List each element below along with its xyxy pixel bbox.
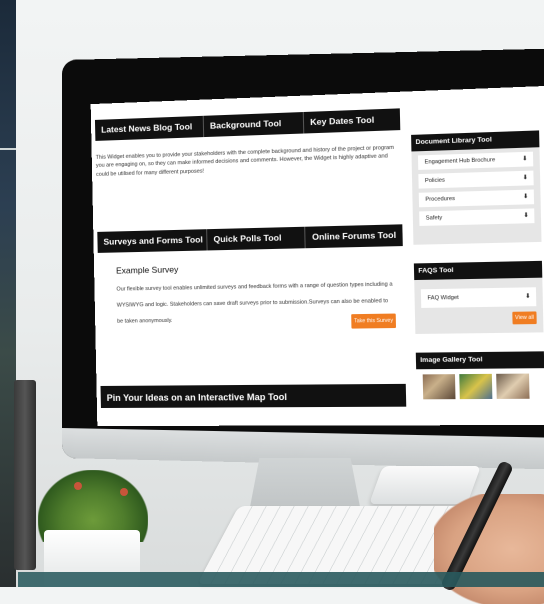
doc-item-policies[interactable]: Policies ⬇ bbox=[418, 170, 534, 189]
middle-tab-bar: Surveys and Forms Tool Quick Polls Tool … bbox=[97, 224, 403, 253]
faqs-panel: FAQS Tool FAQ Widget ⬇ View all bbox=[413, 260, 544, 334]
faq-widget-item[interactable]: FAQ Widget ⬇ bbox=[420, 287, 537, 308]
image-gallery-panel: Image Gallery Tool bbox=[415, 351, 544, 405]
window-frame-line bbox=[0, 148, 16, 150]
take-survey-button[interactable]: Take this Survey bbox=[351, 313, 397, 329]
chevron-down-icon: ⬇ bbox=[523, 212, 529, 220]
tab-key-dates[interactable]: Key Dates Tool bbox=[304, 108, 401, 133]
gallery-thumbnail[interactable] bbox=[496, 373, 530, 399]
doc-item-safety[interactable]: Safety ⬇ bbox=[419, 208, 535, 226]
doc-item-label: Procedures bbox=[425, 195, 456, 203]
view-all-button[interactable]: View all bbox=[512, 311, 537, 325]
bottom-teal-bar bbox=[18, 572, 544, 587]
chevron-down-icon: ⬇ bbox=[522, 174, 529, 182]
tab-surveys-forms[interactable]: Surveys and Forms Tool bbox=[97, 229, 208, 253]
doc-item-label: Engagement Hub Brochure bbox=[424, 157, 496, 166]
image-gallery-title: Image Gallery Tool bbox=[415, 351, 544, 370]
chevron-down-icon: ⬇ bbox=[522, 156, 528, 163]
background-intro-text: This Widget enables you to provide your … bbox=[95, 144, 395, 178]
gallery-thumbnail[interactable] bbox=[422, 374, 456, 400]
map-tool-header[interactable]: Pin Your Ideas on an Interactive Map Too… bbox=[100, 383, 407, 409]
doc-item-brochure[interactable]: Engagement Hub Brochure ⬇ bbox=[417, 151, 534, 170]
plant-tip bbox=[74, 482, 82, 490]
tab-latest-news-blog[interactable]: Latest News Blog Tool bbox=[94, 115, 205, 141]
doc-item-procedures[interactable]: Procedures ⬇ bbox=[418, 189, 535, 208]
tab-quick-polls[interactable]: Quick Polls Tool bbox=[207, 226, 307, 251]
speaker bbox=[14, 380, 36, 570]
doc-item-label: Policies bbox=[424, 177, 445, 185]
document-library-title: Document Library Tool bbox=[411, 130, 540, 152]
tab-background[interactable]: Background Tool bbox=[203, 111, 305, 138]
monitor-screen: Latest News Blog Tool Background Tool Ke… bbox=[90, 85, 544, 427]
plant-tip bbox=[120, 488, 128, 496]
doc-item-label: Safety bbox=[425, 214, 443, 222]
document-library-panel: Document Library Tool Engagement Hub Bro… bbox=[411, 130, 542, 245]
chevron-down-icon: ⬇ bbox=[522, 193, 529, 201]
tab-online-forums[interactable]: Online Forums Tool bbox=[306, 224, 403, 248]
faqs-title: FAQS Tool bbox=[413, 260, 543, 281]
survey-title: Example Survey bbox=[115, 264, 179, 276]
gallery-thumbnail[interactable] bbox=[459, 373, 493, 400]
faq-item-label: FAQ Widget bbox=[427, 294, 459, 302]
gallery-thumbnails bbox=[416, 368, 544, 404]
chevron-down-icon: ⬇ bbox=[525, 293, 531, 301]
top-tab-bar: Latest News Blog Tool Background Tool Ke… bbox=[94, 108, 401, 141]
